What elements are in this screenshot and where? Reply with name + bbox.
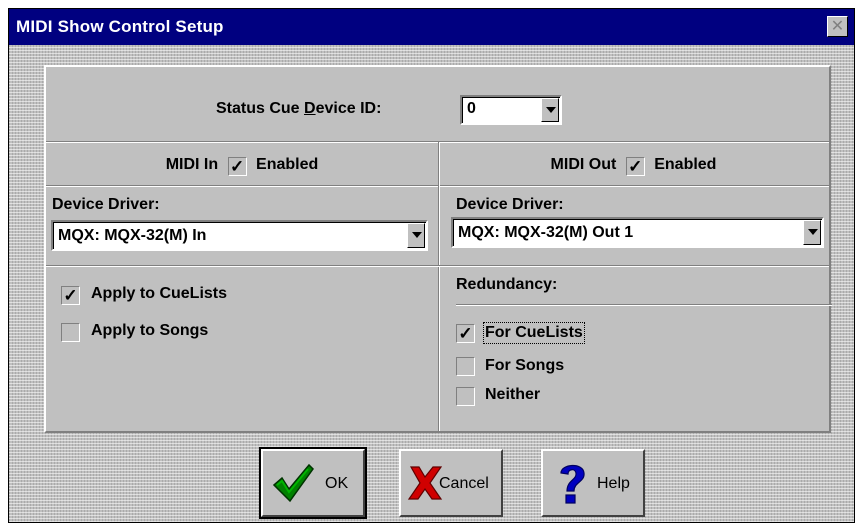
midi-in-enabled-checkbox[interactable]: ✓ — [227, 157, 247, 176]
status-cue-device-id-value: 0 — [467, 100, 476, 117]
for-cuelists-checkbox[interactable]: ✓ — [456, 324, 475, 343]
divider — [438, 265, 829, 267]
settings-panel: Status Cue Device ID: 0 MIDI In ✓ Enable… — [44, 65, 832, 433]
dialog-window: MIDI Show Control Setup ✕ Status Cue Dev… — [8, 8, 855, 523]
for-songs-label: For Songs — [485, 357, 565, 374]
midi-out-device-driver-value: MQX: MQX-32(M) Out 1 — [458, 224, 634, 241]
title-bar[interactable]: MIDI Show Control Setup ✕ — [9, 9, 854, 45]
ok-button-label: OK — [325, 475, 349, 492]
apply-to-cuelists-label: Apply to CueLists — [91, 285, 228, 302]
question-mark-icon — [560, 464, 585, 504]
midi-in-device-driver-label: Device Driver: — [52, 196, 160, 213]
midi-out-device-driver-select[interactable]: MQX: MQX-32(M) Out 1 — [451, 217, 824, 248]
checkmark-icon: ✓ — [458, 324, 473, 343]
chevron-down-icon[interactable] — [803, 220, 821, 245]
for-cuelists-label: For CueLists — [483, 322, 585, 344]
midi-out-header: MIDI Out ✓ Enabled — [438, 154, 829, 176]
window-title: MIDI Show Control Setup — [16, 17, 224, 36]
close-icon: ✕ — [830, 18, 845, 35]
midi-in-header: MIDI In ✓ Enabled — [46, 154, 438, 176]
help-button[interactable]: Help — [541, 449, 645, 517]
apply-to-songs-label: Apply to Songs — [91, 322, 209, 339]
midi-out-device-driver-label: Device Driver: — [456, 196, 564, 213]
cancel-button-label: Cancel — [439, 475, 489, 492]
ok-button[interactable]: OK — [259, 447, 367, 519]
redundancy-divider — [456, 304, 832, 306]
apply-to-songs-checkbox[interactable] — [61, 323, 80, 342]
midi-out-enabled-checkbox[interactable]: ✓ — [625, 157, 645, 176]
redundancy-label: Redundancy: — [456, 276, 558, 293]
midi-in-enabled-label: Enabled — [256, 156, 319, 173]
checkmark-icon — [272, 463, 314, 503]
cancel-button[interactable]: Cancel — [399, 449, 503, 517]
midi-out-enabled-label: Enabled — [654, 156, 717, 173]
apply-to-cuelists-checkbox[interactable]: ✓ — [61, 286, 80, 305]
status-cue-device-id-select[interactable]: 0 — [460, 95, 562, 125]
neither-checkbox[interactable] — [456, 387, 475, 406]
checkmark-icon: ✓ — [628, 157, 643, 176]
dialog-client-area: Status Cue Device ID: 0 MIDI In ✓ Enable… — [9, 45, 854, 522]
chevron-down-icon[interactable] — [541, 98, 559, 122]
column-divider — [438, 142, 440, 431]
neither-label: Neither — [485, 386, 541, 403]
midi-out-label: MIDI Out — [550, 156, 617, 173]
for-songs-checkbox[interactable] — [456, 357, 475, 376]
checkmark-icon: ✓ — [63, 286, 78, 305]
divider — [46, 265, 438, 267]
midi-in-device-driver-select[interactable]: MQX: MQX-32(M) In — [51, 220, 428, 251]
help-button-label: Help — [597, 475, 630, 492]
status-cue-device-id-label: Status Cue Device ID: — [216, 100, 382, 117]
midi-in-label: MIDI In — [165, 156, 219, 173]
checkmark-icon: ✓ — [229, 157, 245, 176]
midi-in-device-driver-value: MQX: MQX-32(M) In — [58, 227, 207, 244]
close-button[interactable]: ✕ — [827, 16, 848, 37]
chevron-down-icon[interactable] — [407, 223, 425, 248]
